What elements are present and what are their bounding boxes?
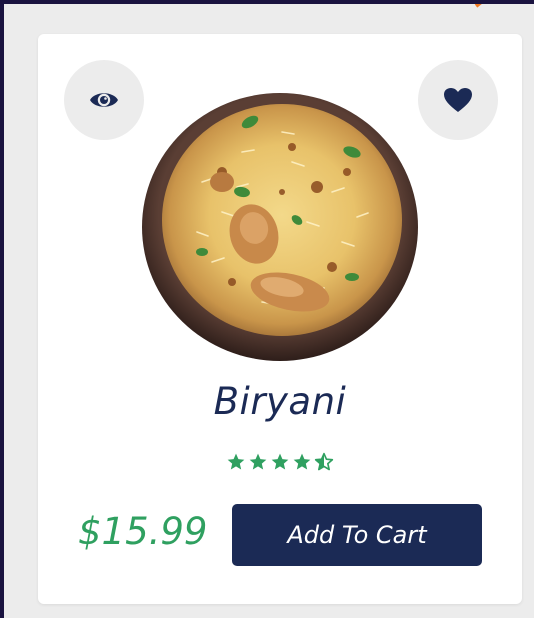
- star-icon: [227, 453, 245, 470]
- product-card: Biryani $15.99 Add To Cart: [38, 34, 522, 604]
- rating-stars: [38, 452, 522, 472]
- page-frame: Biryani $15.99 Add To Cart: [4, 4, 534, 618]
- favorite-button[interactable]: [418, 60, 498, 140]
- add-to-cart-button[interactable]: Add To Cart: [232, 504, 482, 566]
- star-icon: [271, 453, 289, 470]
- star-icon: [249, 453, 267, 470]
- quick-view-button[interactable]: [64, 60, 144, 140]
- accent-line: [474, 4, 525, 8]
- star-half-icon: [314, 452, 334, 471]
- biryani-image: [142, 93, 418, 361]
- star-icon: [293, 453, 311, 470]
- heart-icon: [444, 88, 472, 112]
- product-name: Biryani: [213, 380, 347, 423]
- product-price: $15.99: [78, 510, 208, 553]
- eye-icon: [90, 93, 118, 107]
